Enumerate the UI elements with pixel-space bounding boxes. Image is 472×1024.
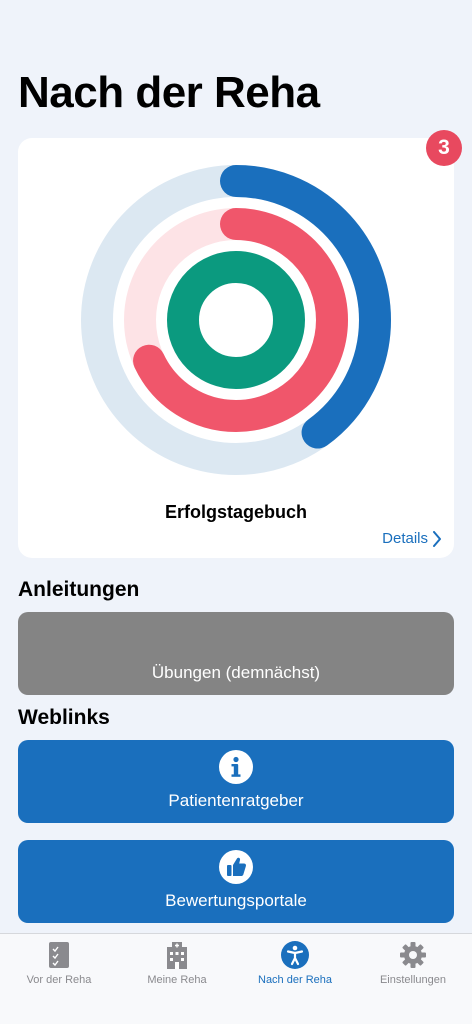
tab-vor-der-reha[interactable]: Vor der Reha xyxy=(0,934,118,1024)
accessibility-icon xyxy=(281,941,309,969)
tab-label: Meine Reha xyxy=(147,974,207,986)
notification-badge: 3 xyxy=(426,130,462,166)
tab-nach-der-reha[interactable]: Nach der Reha xyxy=(236,934,354,1024)
info-icon xyxy=(219,750,253,784)
bewertungsportale-button[interactable]: Bewertungsportale xyxy=(18,840,454,923)
erfolgstagebuch-card[interactable]: Erfolgstagebuch Details xyxy=(18,138,454,558)
checklist-icon xyxy=(49,942,69,968)
ring-inner-progress xyxy=(167,251,305,389)
patientenratgeber-label: Patientenratgeber xyxy=(168,791,304,810)
tab-bar: Vor der Reha Meine Reha Nach der Reha Ei… xyxy=(0,933,472,1024)
tab-meine-reha[interactable]: Meine Reha xyxy=(118,934,236,1024)
details-label: Details xyxy=(382,530,428,547)
hospital-icon xyxy=(167,942,187,969)
gear-icon xyxy=(400,942,426,968)
thumbs-up-icon xyxy=(219,850,253,884)
activity-rings xyxy=(81,165,391,475)
bewertungsportale-label: Bewertungsportale xyxy=(165,891,307,910)
chevron-right-icon xyxy=(433,530,441,547)
tab-einstellungen[interactable]: Einstellungen xyxy=(354,934,472,1024)
tab-label: Vor der Reha xyxy=(26,974,92,986)
details-link[interactable]: Details xyxy=(382,530,442,547)
section-title-weblinks: Weblinks xyxy=(18,706,110,729)
uebungen-label: Übungen (demnächst) xyxy=(151,663,321,682)
patientenratgeber-button[interactable]: Patientenratgeber xyxy=(18,740,454,823)
tab-label: Nach der Reha xyxy=(258,974,332,986)
tab-label: Einstellungen xyxy=(379,974,447,986)
section-title-anleitungen: Anleitungen xyxy=(18,578,140,601)
page-title: Nach der Reha xyxy=(18,68,320,117)
card-title: Erfolgstagebuch xyxy=(164,502,307,522)
uebungen-button[interactable]: Übungen (demnächst) xyxy=(18,612,454,695)
